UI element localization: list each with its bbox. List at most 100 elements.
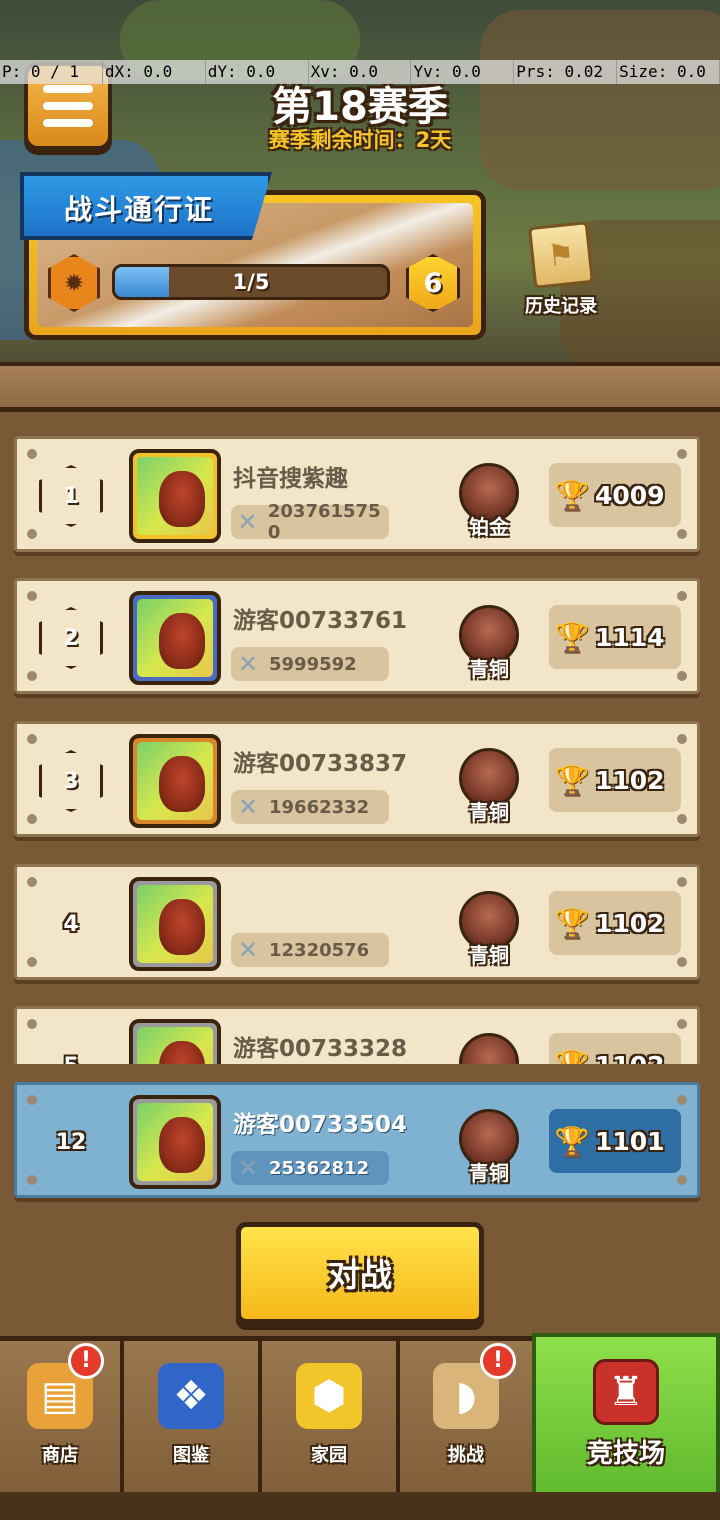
tier-label: 青铜: [469, 800, 509, 824]
tier-label: 青铜: [469, 657, 509, 681]
nav-label-shop: 商店: [42, 1445, 78, 1466]
trophy-icon: 🏆: [554, 763, 590, 797]
trophy-score: 1102: [595, 765, 665, 795]
trophy-score-box: 🏆 1102: [549, 1033, 681, 1064]
my-rank-row[interactable]: 12 游客00733504 ✕ 25362812 青铜 🏆 1101: [14, 1082, 700, 1198]
leaderboard-row[interactable]: 2 游客00733761 ✕ 5999592 青铜 🏆 1114: [14, 578, 700, 694]
crossed-swords-icon: ✕: [237, 508, 258, 536]
power-value: 5999592: [269, 653, 357, 675]
tier-label: 铂金: [469, 515, 509, 539]
crossed-swords-icon: ✕: [237, 650, 259, 678]
debug-size: Size: 0.0: [617, 60, 720, 84]
beetle-avatar-icon: [137, 1103, 213, 1181]
history-button[interactable]: ⚑ 历史记录: [514, 220, 608, 320]
menu-icon: [43, 85, 93, 93]
trophy-score-box: 🏆 4009: [549, 463, 681, 527]
history-label: 历史记录: [525, 296, 597, 317]
power-box: ✕ 25362812: [231, 1151, 389, 1185]
book-icon: ❖: [158, 1363, 224, 1429]
trophy-icon: 🏆: [554, 906, 590, 940]
nav-label-arena: 竞技场: [586, 1439, 665, 1469]
leaderboard-row[interactable]: 5 游客00733328 ✕ 🏆 1102: [14, 1006, 700, 1064]
avatar[interactable]: [129, 734, 221, 828]
power-box: ✕ 203761575​0: [231, 501, 389, 543]
rank-number: 4: [63, 911, 79, 937]
trophy-score: 1114: [595, 622, 665, 652]
challenge-alert-badge: !: [480, 1343, 516, 1379]
trophy-icon: 🏆: [554, 1124, 590, 1158]
trophy-score: 1102: [595, 908, 665, 938]
nav-item-shop[interactable]: ▤ 商店 !: [0, 1341, 124, 1496]
player-name: 游客00733837: [233, 751, 408, 777]
avatar[interactable]: [129, 1019, 221, 1064]
leaderboard-row[interactable]: 3 游客00733837 ✕ 19662332 青铜 🏆 1102: [14, 721, 700, 837]
power-value: 203761575​0: [267, 501, 381, 543]
trophy-score-box: 🏆 1114: [549, 605, 681, 669]
battle-pass-title: 战斗通行证: [64, 193, 215, 226]
beetle-avatar-icon: [137, 742, 213, 820]
avatar[interactable]: [129, 449, 221, 543]
rank-badge: 2: [39, 607, 103, 669]
wood-plank-divider: [0, 362, 720, 412]
crossed-swords-icon: ✕: [237, 1154, 259, 1182]
trophy-score: 4009: [595, 480, 665, 510]
debug-dx: dX: 0.0: [103, 60, 206, 84]
debug-yv: Yv: 0.0: [411, 60, 515, 84]
avatar[interactable]: [129, 877, 221, 971]
player-name: 游客00733504: [233, 1112, 408, 1138]
rank-number: 12: [55, 1129, 87, 1155]
power-value: 12320576: [269, 939, 370, 961]
tier-label: 青铜: [469, 1161, 509, 1185]
power-value: 19662332: [269, 796, 370, 818]
rank-number: 5: [39, 1035, 103, 1065]
tier-beetle-icon: [459, 1033, 519, 1064]
nav-item-arena[interactable]: ♜ 竞技场: [532, 1333, 720, 1503]
pointer-debug-overlay: P: 0 / 1 dX: 0.0 dY: 0.0 Xv: 0.0 Yv: 0.0…: [0, 60, 720, 84]
player-name: 游客00733328: [233, 1036, 408, 1062]
battle-button[interactable]: 对战: [236, 1222, 484, 1324]
rank-badge: 1: [39, 465, 103, 527]
leaderboard-list[interactable]: 1 抖音搜紫趣 ✕ 203761575​0 铂金 🏆 4009 2 游客0073…: [0, 412, 720, 1064]
beetle-avatar-icon: [137, 1027, 213, 1064]
trophy-score-box: 🏆 1102: [549, 891, 681, 955]
beetle-avatar-icon: [137, 457, 213, 535]
nav-label-challenge: 挑战: [448, 1445, 484, 1466]
bottom-nav: ▤ 商店 ! ❖ 图鉴 ⬢ 家园 ◗ 挑战 ! ♜ 竞技场: [0, 1333, 720, 1503]
debug-prs: Prs: 0.02: [514, 60, 618, 84]
beetle-avatar-icon: [137, 599, 213, 677]
crossed-swords-icon: ✕: [237, 793, 259, 821]
debug-pointer: P: 0 / 1: [0, 60, 103, 84]
nav-item-home[interactable]: ⬢ 家园: [262, 1341, 400, 1496]
avatar[interactable]: [129, 591, 221, 685]
nav-item-challenge[interactable]: ◗ 挑战 !: [400, 1341, 536, 1496]
player-name: 游客00733761: [233, 608, 408, 634]
power-box: ✕ 5999592: [231, 647, 389, 681]
trophy-score-box: 🏆 1102: [549, 748, 681, 812]
leaderboard-row[interactable]: 1 抖音搜紫趣 ✕ 203761575​0 铂金 🏆 4009: [14, 436, 700, 552]
debug-dy: dY: 0.0: [206, 60, 309, 84]
nav-floor: [0, 1492, 720, 1520]
nav-label-codex: 图鉴: [173, 1445, 209, 1466]
tier-label: 青铜: [469, 943, 509, 967]
power-box: ✕ 19662332: [231, 790, 389, 824]
crossed-swords-icon: ✕: [237, 936, 259, 964]
trophy-score: 1102: [595, 1051, 665, 1065]
battle-pass-progress-text: 1/5: [232, 270, 270, 294]
rank-badge: 3: [39, 750, 103, 812]
season-remaining-time: 赛季剩余时间：2天: [268, 128, 452, 152]
battle-pass-progress-bar: 1/5: [112, 264, 390, 300]
player-name: 抖音搜紫趣: [233, 466, 348, 492]
trophy-score-box: 🏆 1101: [549, 1109, 681, 1173]
avatar[interactable]: [129, 1095, 221, 1189]
scroll-flag-icon: ⚑: [527, 221, 595, 289]
leaderboard-row[interactable]: 4 ✕ 12320576 青铜 🏆 1102: [14, 864, 700, 980]
trophy-icon: 🏆: [554, 478, 590, 512]
power-value: 25362812: [269, 1157, 370, 1179]
debug-xv: Xv: 0.0: [309, 60, 412, 84]
home-ant-icon: ⬢: [296, 1363, 362, 1429]
battle-button-label: 对战: [327, 1256, 392, 1294]
beetle-avatar-icon: [137, 885, 213, 963]
nav-label-home: 家园: [311, 1445, 347, 1466]
power-box: ✕ 12320576: [231, 933, 389, 967]
nav-item-codex[interactable]: ❖ 图鉴: [124, 1341, 262, 1496]
